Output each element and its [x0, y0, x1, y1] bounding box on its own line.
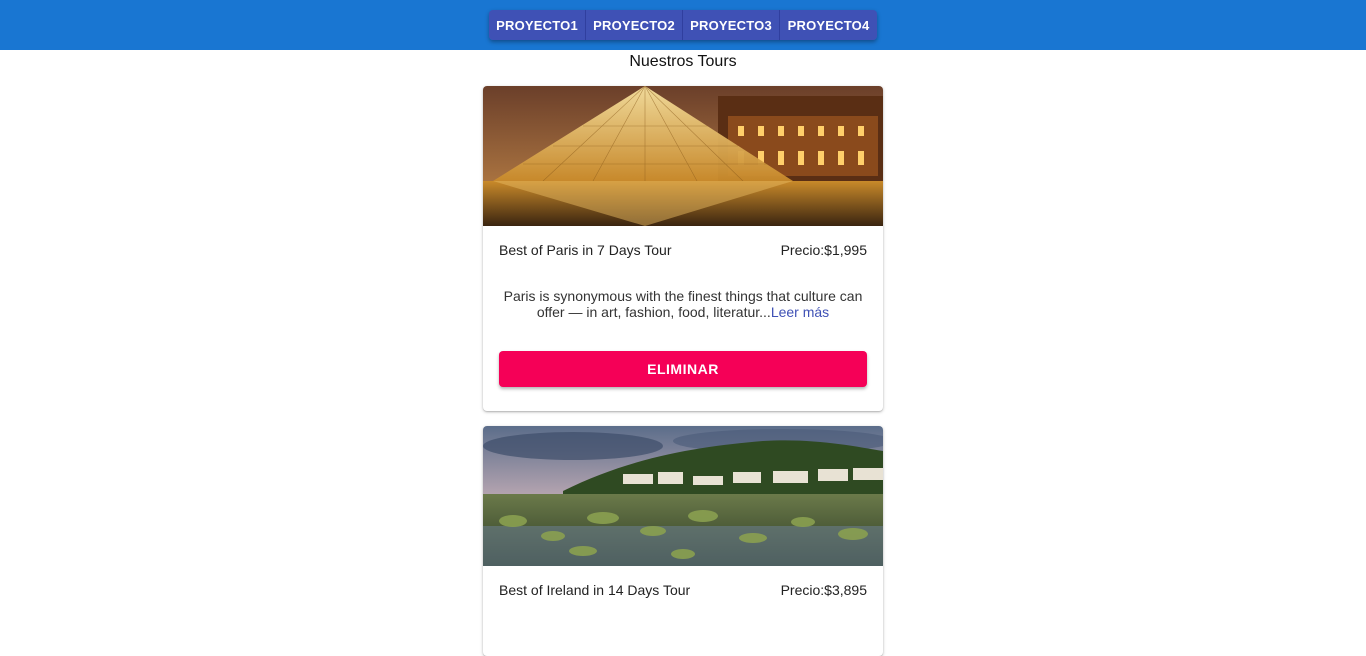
tour-name: Best of Ireland in 14 Days Tour — [499, 582, 691, 598]
tour-card-ireland: Best of Ireland in 14 Days Tour Precio:$… — [483, 426, 883, 656]
paris-louvre-image — [483, 86, 883, 226]
tour-description: Paris is synonymous with the finest thin… — [499, 288, 867, 320]
delete-button[interactable]: ELIMINAR — [499, 351, 867, 387]
tour-price: Precio:$3,895 — [780, 582, 867, 598]
project-button-group: PROYECTO1 PROYECTO2 PROYECTO3 PROYECTO4 — [489, 10, 877, 40]
proyecto2-button[interactable]: PROYECTO2 — [586, 10, 683, 40]
tour-card-paris: Best of Paris in 7 Days Tour Precio:$1,9… — [483, 86, 883, 411]
tour-header: Best of Ireland in 14 Days Tour Precio:$… — [499, 582, 867, 598]
proyecto4-button[interactable]: PROYECTO4 — [780, 10, 877, 40]
tour-header: Best of Paris in 7 Days Tour Precio:$1,9… — [499, 242, 867, 258]
app-bar: PROYECTO1 PROYECTO2 PROYECTO3 PROYECTO4 — [0, 0, 1366, 50]
read-more-link[interactable]: Leer más — [771, 304, 829, 320]
proyecto1-button[interactable]: PROYECTO1 — [489, 10, 586, 40]
proyecto3-button[interactable]: PROYECTO3 — [683, 10, 780, 40]
page-title: Nuestros Tours — [629, 53, 737, 70]
ireland-coast-image — [483, 426, 883, 566]
tour-price: Precio:$1,995 — [780, 242, 867, 258]
tour-name: Best of Paris in 7 Days Tour — [499, 242, 672, 258]
